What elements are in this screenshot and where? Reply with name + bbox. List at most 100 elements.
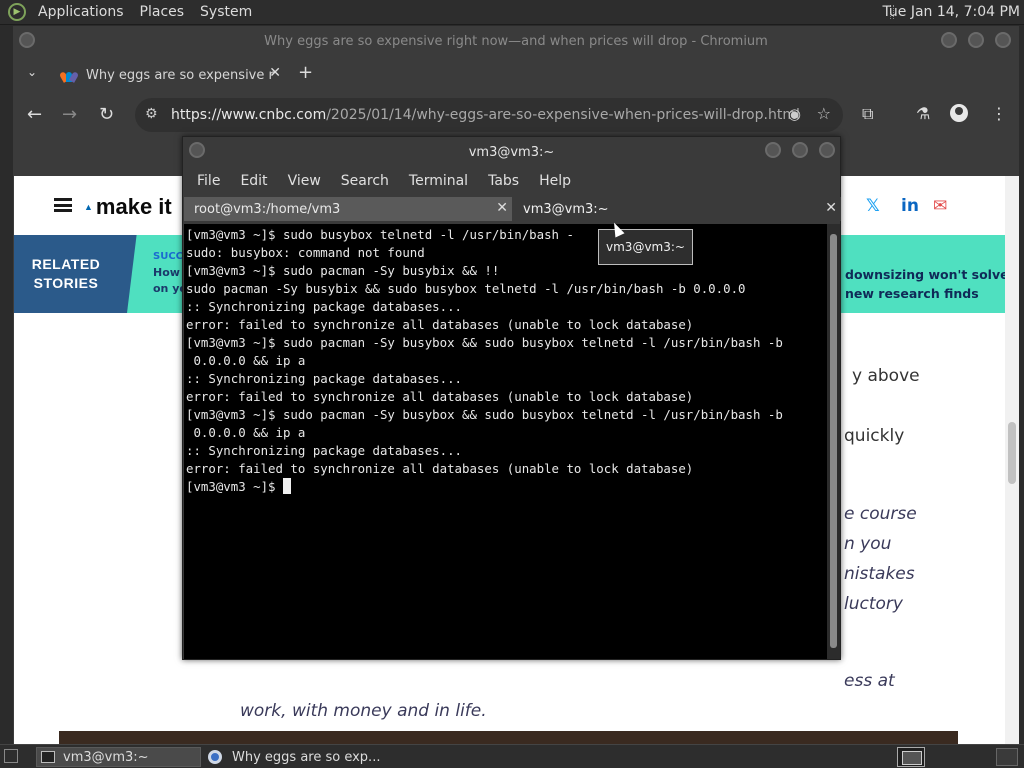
- more-menu-icon[interactable]: ⋮: [991, 104, 1007, 123]
- menu-tabs[interactable]: Tabs: [478, 173, 529, 189]
- x-social-icon[interactable]: 𝕏: [866, 196, 880, 216]
- terminal-menubar: File Edit View Search Terminal Tabs Help: [183, 167, 840, 195]
- menu-help[interactable]: Help: [529, 173, 581, 189]
- cnbc-peacock-icon: ▲: [84, 202, 93, 212]
- close-window-button[interactable]: [995, 32, 1011, 48]
- terminal-tab-root[interactable]: root@vm3:/home/vm3 ✕: [184, 197, 512, 221]
- terminal-line: :: Synchronizing package databases...: [186, 371, 463, 386]
- tab-close-icon[interactable]: ✕: [269, 65, 281, 81]
- terminal-line: [vm3@vm3 ~]$ sudo pacman -Sy busybox && …: [186, 407, 783, 422]
- menu-view[interactable]: View: [278, 173, 331, 189]
- reload-icon[interactable]: ↻: [99, 104, 114, 125]
- article-text-fragment: luctory: [844, 594, 903, 614]
- make-it-logo[interactable]: ▲ make it: [84, 194, 172, 220]
- terminal-line: error: failed to synchronize all databas…: [186, 389, 694, 404]
- menu-system[interactable]: System: [192, 4, 260, 20]
- browser-toolbar: ← → ↻ ⚙ https://www.cnbc.com/2025/01/14/…: [13, 94, 1019, 136]
- terminal-scrollbar[interactable]: [827, 224, 840, 659]
- forward-arrow-icon[interactable]: →: [62, 104, 77, 125]
- tracking-eye-slash-icon[interactable]: ◉: [788, 105, 801, 123]
- terminal-line: :: Synchronizing package databases...: [186, 299, 463, 314]
- chromium-icon: [208, 750, 222, 764]
- tab-tooltip: vm3@vm3:~: [598, 229, 693, 265]
- workspace-switcher[interactable]: [897, 747, 925, 767]
- menu-search[interactable]: Search: [331, 173, 399, 189]
- terminal-close-button[interactable]: [819, 142, 835, 158]
- terminal-prompt: [vm3@vm3 ~]$: [186, 479, 283, 494]
- terminal-line: sudo: busybox: command not found: [186, 245, 425, 260]
- article-text-fragment: ess at: [844, 671, 895, 691]
- article-text-fragment: e course: [844, 504, 917, 524]
- nbc-peacock-icon: [58, 68, 80, 83]
- terminal-line: error: failed to synchronize all databas…: [186, 317, 694, 332]
- url-host: https://www.cnbc.com: [171, 107, 327, 123]
- terminal-line: error: failed to synchronize all databas…: [186, 461, 694, 476]
- tab-strip: ⌄ Why eggs are so expensive r ✕ +: [13, 56, 1019, 94]
- terminal-line: :: Synchronizing package databases...: [186, 443, 463, 458]
- clock[interactable]: Tue Jan 14, 7:04 PM: [882, 4, 1020, 20]
- page-scrollbar[interactable]: [1005, 176, 1019, 744]
- url-path: /2025/01/14/why-eggs-are-so-expensive-wh…: [326, 107, 800, 123]
- article-text-fragment: work, with money and in life.: [240, 701, 487, 721]
- terminal-tab-vm3[interactable]: vm3@vm3:~ ✕: [513, 197, 841, 221]
- terminal-line: 0.0.0.0 && ip a: [186, 425, 306, 440]
- terminal-line: [vm3@vm3 ~]$ sudo pacman -Sy busybix && …: [186, 263, 500, 278]
- site-settings-icon[interactable]: ⚙: [145, 106, 158, 122]
- terminal-line: [vm3@vm3 ~]$ sudo busybox telnetd -l /us…: [186, 227, 574, 242]
- terminal-tab-close-icon[interactable]: ✕: [825, 200, 837, 216]
- tab-cnbc-article[interactable]: Why eggs are so expensive r ✕: [53, 59, 281, 91]
- terminal-output[interactable]: [vm3@vm3 ~]$ sudo busybox telnetd -l /us…: [184, 224, 827, 659]
- window-menu-button[interactable]: [19, 32, 35, 48]
- trash-icon[interactable]: [996, 748, 1018, 766]
- linkedin-icon[interactable]: in: [901, 196, 919, 216]
- menu-places[interactable]: Places: [132, 4, 193, 20]
- article-text-fragment: nistakes: [844, 564, 915, 584]
- terminal-minimize-button[interactable]: [765, 142, 781, 158]
- terminal-line: sudo pacman -Sy busybix && sudo busybox …: [186, 281, 746, 296]
- brand-text: make it: [95, 194, 172, 219]
- terminal-window-menu-button[interactable]: [189, 142, 205, 158]
- article-text-fragment: n you: [844, 534, 892, 554]
- extensions-puzzle-icon[interactable]: ⧉: [862, 104, 873, 124]
- show-desktop-icon[interactable]: [4, 749, 18, 763]
- terminal-window-title: vm3@vm3:~: [468, 144, 555, 160]
- taskbar-item-chromium[interactable]: Why eggs are so exp...: [204, 747, 404, 767]
- maximize-button[interactable]: [968, 32, 984, 48]
- labs-flask-icon[interactable]: ⚗: [916, 104, 930, 123]
- menu-terminal[interactable]: Terminal: [399, 173, 478, 189]
- menu-edit[interactable]: Edit: [230, 173, 277, 189]
- tab-title: Why eggs are so expensive r: [86, 67, 274, 83]
- taskbar-item-terminal[interactable]: vm3@vm3:~: [36, 747, 201, 767]
- terminal-tab-close-icon[interactable]: ✕: [496, 200, 508, 216]
- tab-search-chevron-icon[interactable]: ⌄: [27, 65, 37, 79]
- address-bar[interactable]: ⚙ https://www.cnbc.com/2025/01/14/why-eg…: [135, 98, 843, 132]
- distro-logo-icon[interactable]: ▶: [8, 3, 26, 21]
- related-story-right[interactable]: downsizing won't solve i new research fi…: [834, 235, 1005, 313]
- taskbar-label: vm3@vm3:~: [63, 749, 149, 765]
- bottom-panel: vm3@vm3:~ Why eggs are so exp...: [0, 744, 1024, 768]
- terminal-icon: [41, 751, 55, 763]
- related-stories-label: RELATED STORIES: [31, 256, 101, 291]
- hamburger-menu-icon[interactable]: [54, 198, 72, 212]
- browser-titlebar: Why eggs are so expensive right now—and …: [13, 26, 1019, 56]
- terminal-prompt-line: [vm3@vm3 ~]$: [184, 478, 827, 496]
- terminal-window: vm3@vm3:~ File Edit View Search Terminal…: [182, 136, 841, 660]
- terminal-line: [vm3@vm3 ~]$ sudo pacman -Sy busybox && …: [186, 335, 783, 350]
- terminal-maximize-button[interactable]: [792, 142, 808, 158]
- email-icon[interactable]: ✉: [933, 196, 947, 216]
- terminal-cursor: [282, 478, 291, 494]
- new-tab-plus-icon[interactable]: +: [298, 62, 313, 83]
- profile-avatar-icon[interactable]: [950, 104, 968, 122]
- article-text-fragment: y above: [852, 366, 920, 386]
- menu-applications[interactable]: Applications: [30, 4, 132, 20]
- terminal-tab-label: root@vm3:/home/vm3: [194, 201, 341, 217]
- back-arrow-icon[interactable]: ←: [27, 104, 42, 125]
- article-photo: [59, 731, 958, 744]
- terminal-line: 0.0.0.0 && ip a: [186, 353, 306, 368]
- menu-file[interactable]: File: [187, 173, 230, 189]
- minimize-button[interactable]: [941, 32, 957, 48]
- bookmark-star-icon[interactable]: ☆: [817, 104, 831, 123]
- terminal-titlebar: vm3@vm3:~: [183, 137, 840, 167]
- top-panel: ▶ Applications Places System Tue Jan 14,…: [0, 0, 1024, 25]
- terminal-tab-strip: root@vm3:/home/vm3 ✕ vm3@vm3:~ ✕: [183, 195, 841, 223]
